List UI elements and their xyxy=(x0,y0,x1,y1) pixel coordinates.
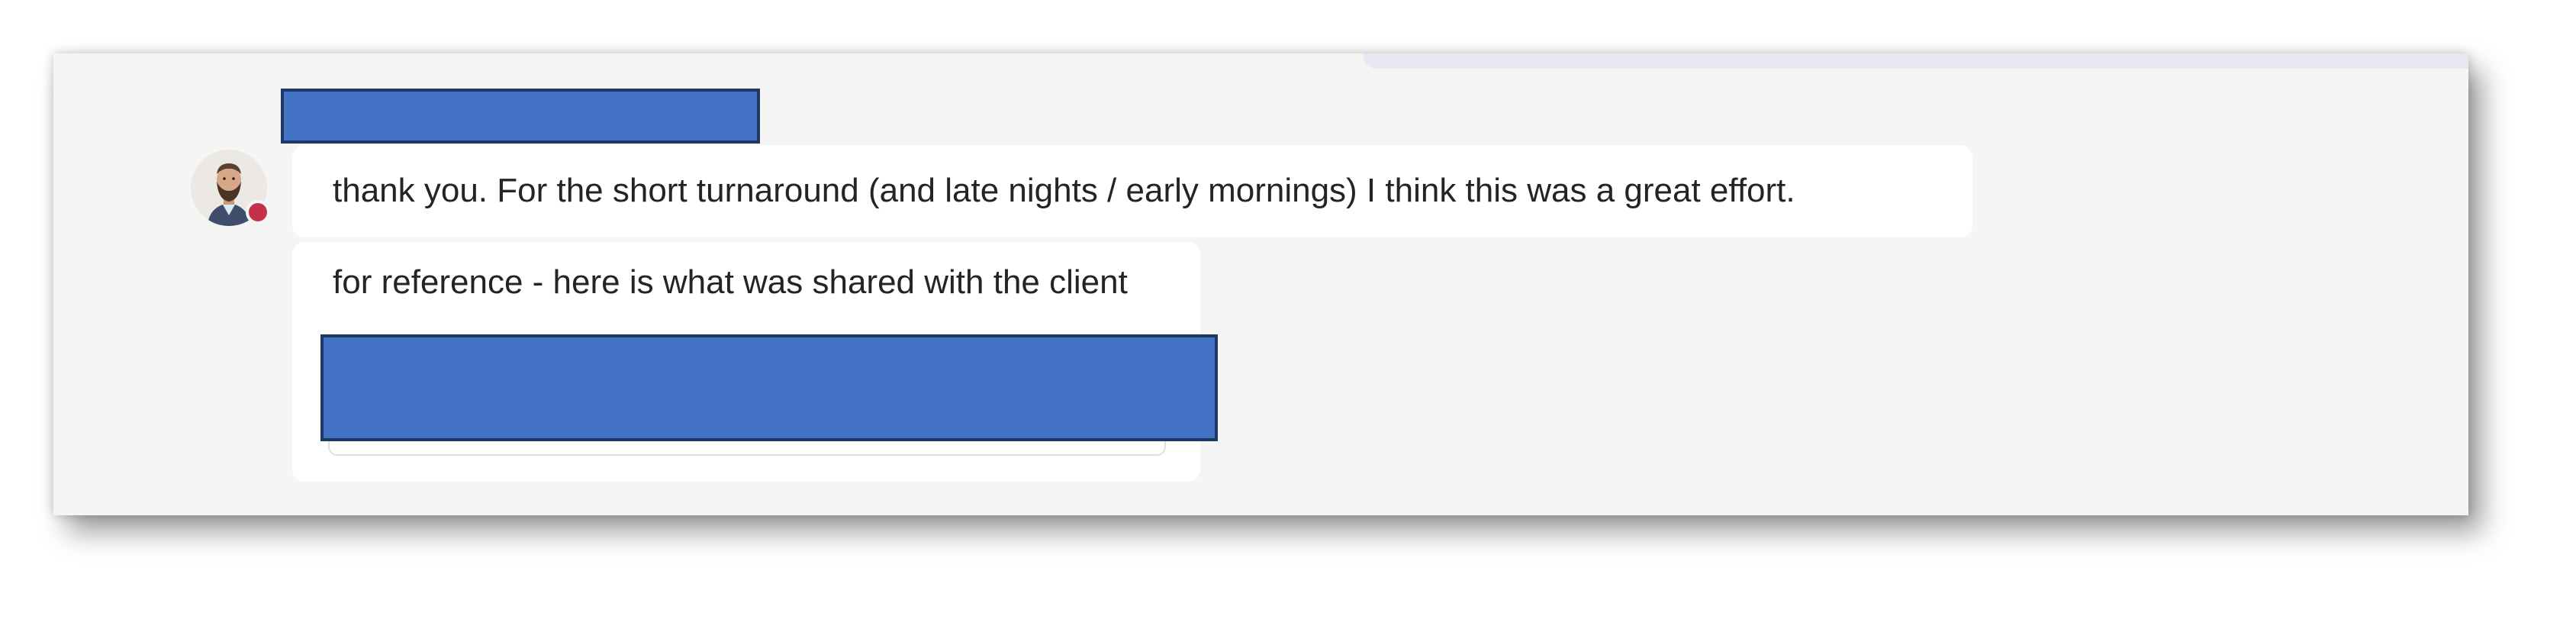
previous-message-edge xyxy=(1363,53,2468,69)
attachment-redaction xyxy=(320,334,1218,441)
avatar[interactable] xyxy=(191,150,270,226)
sender-name-redaction xyxy=(281,89,760,144)
message-text: thank you. For the short turnaround (and… xyxy=(333,172,1795,209)
presence-busy-icon xyxy=(246,200,270,224)
message-bubble[interactable]: thank you. For the short turnaround (and… xyxy=(292,145,1972,237)
message-text: for reference - here is what was shared … xyxy=(333,263,1128,301)
chat-window: thank you. For the short turnaround (and… xyxy=(53,53,2468,515)
